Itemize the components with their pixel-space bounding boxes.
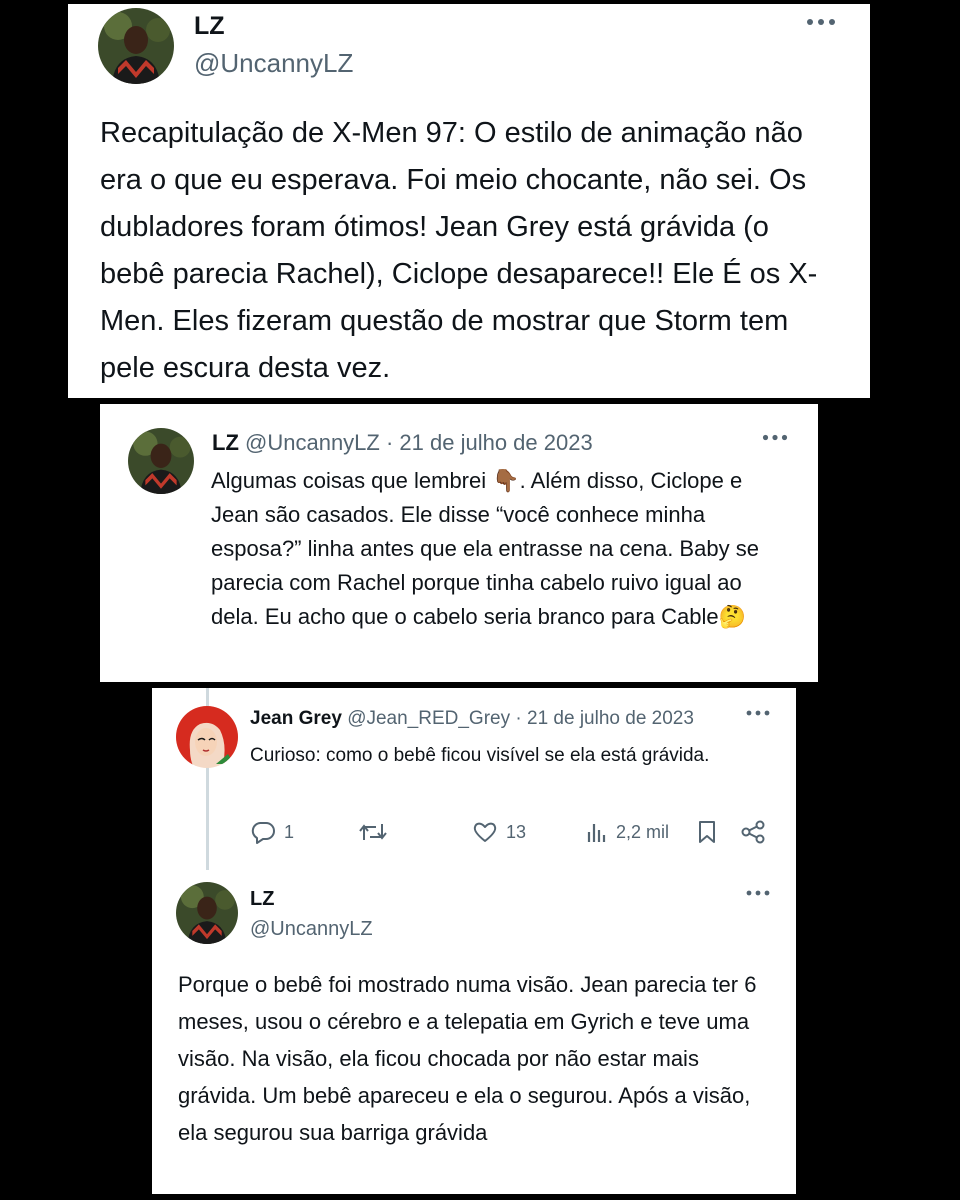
tweet-text: Algumas coisas que lembrei 👇🏾. Além diss… xyxy=(211,464,781,634)
like-button[interactable]: 13 xyxy=(472,820,526,844)
reply-header: Jean Grey @Jean_RED_Grey · 21 de julho d… xyxy=(250,708,740,730)
more-horizontal-icon[interactable] xyxy=(806,18,836,26)
views-button[interactable]: 2,2 mil xyxy=(586,820,669,844)
avatar-lz[interactable] xyxy=(176,882,238,944)
like-count: 13 xyxy=(506,821,527,842)
views-count: 2,2 mil xyxy=(616,821,670,842)
tweet-header: LZ @UncannyLZ · 21 de julho de 2023 xyxy=(212,430,593,456)
tweet-actions-bar: 1 13 2,2 mil xyxy=(250,818,780,850)
share-button[interactable] xyxy=(740,820,766,844)
author-handle[interactable]: @Jean_RED_Grey xyxy=(347,708,510,730)
reply-count: 1 xyxy=(284,821,295,842)
share-icon xyxy=(740,820,766,844)
more-horizontal-icon[interactable] xyxy=(762,434,788,441)
more-horizontal-icon[interactable] xyxy=(746,890,770,896)
reply-button[interactable]: 1 xyxy=(250,820,294,844)
author-handle[interactable]: @UncannyLZ xyxy=(250,918,373,941)
reply-bubble-icon xyxy=(250,820,276,844)
more-horizontal-icon[interactable] xyxy=(746,710,770,716)
author-handle[interactable]: @UncannyLZ xyxy=(245,430,380,455)
author-name[interactable]: LZ xyxy=(250,888,274,911)
author-name[interactable]: LZ xyxy=(194,12,225,41)
pointing-down-emoji-icon: 👇🏾 xyxy=(492,468,520,493)
avatar-lz[interactable] xyxy=(98,8,174,84)
avatar-jean-grey[interactable] xyxy=(176,706,238,768)
author-handle[interactable]: @UncannyLZ xyxy=(194,48,353,79)
bookmark-button[interactable] xyxy=(696,820,718,844)
tweet-date[interactable]: 21 de julho de 2023 xyxy=(399,430,592,455)
separator-dot: · xyxy=(510,708,527,729)
bookmark-icon xyxy=(696,820,718,844)
tweet-text-part1: Algumas coisas que lembrei xyxy=(211,468,493,493)
avatar-lz[interactable] xyxy=(128,428,194,494)
author-name[interactable]: Jean Grey xyxy=(250,708,342,730)
reply-text: Curioso: como o bebê ficou visível se el… xyxy=(250,745,710,766)
reply-text: Porque o bebê foi mostrado numa visão. J… xyxy=(178,972,757,1145)
heart-icon xyxy=(472,820,498,844)
author-name[interactable]: LZ xyxy=(212,430,239,455)
tweet-card-followup: LZ @UncannyLZ · 21 de julho de 2023 Algu… xyxy=(100,404,818,682)
views-bar-chart-icon xyxy=(586,820,608,844)
retweet-icon xyxy=(358,820,388,844)
thinking-face-emoji-icon: 🤔 xyxy=(718,604,746,629)
reply-thread-card: Jean Grey @Jean_RED_Grey · 21 de julho d… xyxy=(152,688,796,1194)
separator-dot: · xyxy=(379,430,400,455)
tweet-text: Recapitulação de X-Men 97: O estilo de a… xyxy=(100,117,818,384)
tweet-card-main: LZ @UncannyLZ Recapitulação de X-Men 97:… xyxy=(68,4,870,398)
retweet-button[interactable] xyxy=(358,820,396,844)
tweet-date[interactable]: 21 de julho de 2023 xyxy=(527,708,694,729)
